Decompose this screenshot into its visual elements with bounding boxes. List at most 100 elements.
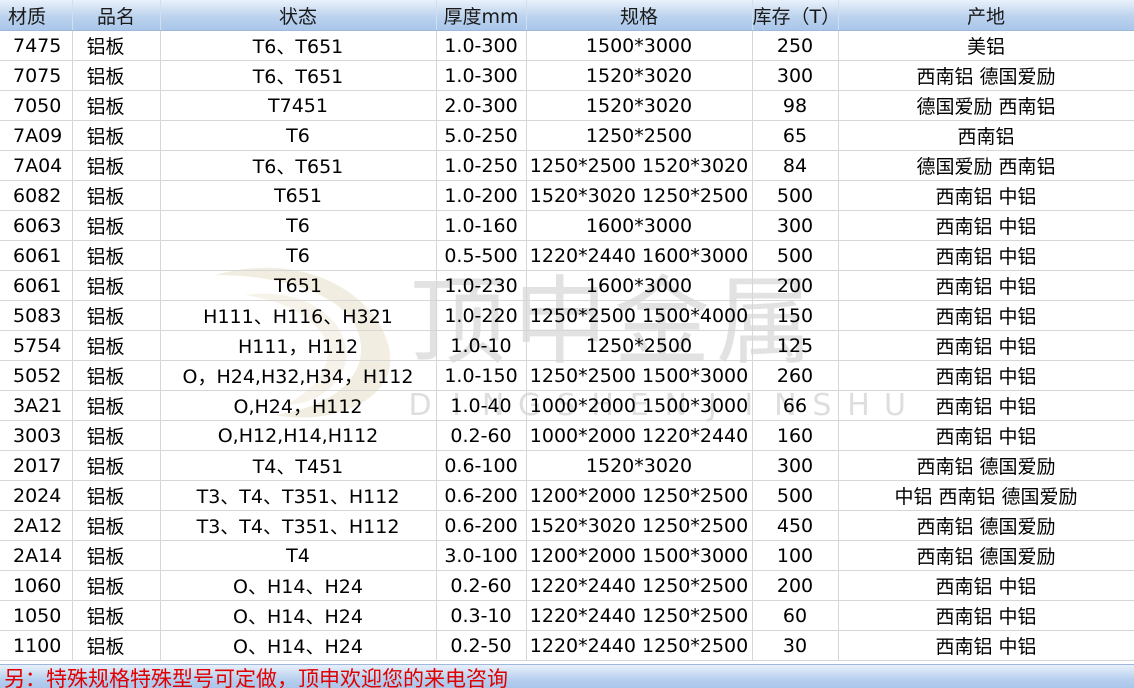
cell-size: 1200*2000 1250*2500 xyxy=(526,480,753,511)
cell-origin: 德国爱励 西南铝 xyxy=(838,150,1134,181)
cell-origin: 西南铝 中铝 xyxy=(838,300,1134,331)
cell-material: 6061 xyxy=(0,240,73,271)
cell-product-name: 铝板 xyxy=(72,240,161,271)
cell-origin: 西南铝 中铝 xyxy=(838,390,1134,421)
cell-product-name: 铝板 xyxy=(72,210,161,241)
cell-product-name: 铝板 xyxy=(72,180,161,211)
cell-size: 1600*3000 xyxy=(526,210,753,241)
cell-product-name: 铝板 xyxy=(72,570,161,601)
cell-stock: 200 xyxy=(752,270,839,301)
cell-size: 1220*2440 1250*2500 xyxy=(526,630,753,661)
table-row: 7075 铝板 T6、T651 1.0-300 1520*3020 300 西南铝 德国爱励 xyxy=(0,60,1134,91)
cell-size: 1220*2440 1250*2500 xyxy=(526,570,753,601)
cell-origin: 西南铝 中铝 xyxy=(838,210,1134,241)
cell-size: 1250*2500 1500*3000 xyxy=(526,360,753,391)
cell-product-name: 铝板 xyxy=(72,450,161,481)
table-row: 6061 铝板 T651 1.0-230 1600*3000 200 西南铝 中铝 xyxy=(0,270,1134,301)
header-material: 材质 xyxy=(0,0,73,31)
cell-material: 6063 xyxy=(0,210,73,241)
table-row: 5754 铝板 H111，H112 1.0-10 1250*2500 125 西南铝 中铝 xyxy=(0,330,1134,361)
cell-thickness: 3.0-100 xyxy=(436,540,527,571)
cell-temper: T6、T651 xyxy=(160,60,437,91)
cell-material: 7050 xyxy=(0,90,73,121)
price-list-sheet: 顶申金属 DINGSHENJINSHU 材质 品名 状态 厚度mm 规格 库存（… xyxy=(0,0,1134,688)
cell-temper: T6 xyxy=(160,120,437,151)
cell-size: 1520*3020 xyxy=(526,60,753,91)
table-row: 3A21 铝板 O,H24，H112 1.0-40 1000*2000 1500*300… xyxy=(0,390,1134,421)
table-header-row: 材质 品名 状态 厚度mm 规格 库存（T） 产地 xyxy=(0,0,1134,31)
cell-origin: 西南铝 中铝 xyxy=(838,240,1134,271)
cell-product-name: 铝板 xyxy=(72,60,161,91)
cell-stock: 65 xyxy=(752,120,839,151)
cell-thickness: 0.6-200 xyxy=(436,510,527,541)
cell-material: 7075 xyxy=(0,60,73,91)
cell-product-name: 铝板 xyxy=(72,540,161,571)
cell-product-name: 铝板 xyxy=(72,480,161,511)
cell-product-name: 铝板 xyxy=(72,420,161,451)
cell-origin: 西南铝 中铝 xyxy=(838,180,1134,211)
cell-material: 2A12 xyxy=(0,510,73,541)
cell-thickness: 0.6-100 xyxy=(436,450,527,481)
cell-temper: T6 xyxy=(160,210,437,241)
cell-origin: 西南铝 中铝 xyxy=(838,600,1134,631)
cell-origin: 西南铝 xyxy=(838,120,1134,151)
footer-note: 另：特殊规格特殊型号可定做，顶申欢迎您的来电咨询 xyxy=(4,667,508,688)
cell-temper: H111、H116、H321 xyxy=(160,300,437,331)
cell-stock: 260 xyxy=(752,360,839,391)
cell-thickness: 1.0-300 xyxy=(436,30,527,61)
cell-temper: O,H12,H14,H112 xyxy=(160,420,437,451)
cell-thickness: 1.0-250 xyxy=(436,150,527,181)
cell-temper: O、H14、H24 xyxy=(160,570,437,601)
cell-origin: 西南铝 德国爱励 xyxy=(838,510,1134,541)
cell-origin: 美铝 xyxy=(838,30,1134,61)
cell-thickness: 1.0-230 xyxy=(436,270,527,301)
cell-temper: O,H24，H112 xyxy=(160,390,437,421)
cell-stock: 300 xyxy=(752,210,839,241)
table-row: 1050 铝板 O、H14、H24 0.3-10 1220*2440 1250*2500… xyxy=(0,600,1134,631)
cell-size: 1520*3020 xyxy=(526,90,753,121)
cell-origin: 西南铝 德国爱励 xyxy=(838,540,1134,571)
cell-temper: T3、T4、T351、H112 xyxy=(160,510,437,541)
cell-stock: 500 xyxy=(752,180,839,211)
table-row: 7A09 铝板 T6 5.0-250 1250*2500 65 西南铝 xyxy=(0,120,1134,151)
cell-size: 1250*2500 xyxy=(526,330,753,361)
cell-product-name: 铝板 xyxy=(72,30,161,61)
cell-stock: 300 xyxy=(752,450,839,481)
table-row: 2A14 铝板 T4 3.0-100 1200*2000 1500*3000 100 西南铝… xyxy=(0,540,1134,571)
cell-stock: 84 xyxy=(752,150,839,181)
footer-bar: 另：特殊规格特殊型号可定做，顶申欢迎您的来电咨询 xyxy=(0,664,1134,688)
cell-stock: 125 xyxy=(752,330,839,361)
table-row: 6063 铝板 T6 1.0-160 1600*3000 300 西南铝 中铝 xyxy=(0,210,1134,241)
cell-product-name: 铝板 xyxy=(72,90,161,121)
cell-material: 5754 xyxy=(0,330,73,361)
cell-origin: 西南铝 中铝 xyxy=(838,330,1134,361)
cell-temper: T6、T651 xyxy=(160,30,437,61)
cell-size: 1520*3020 1250*2500 xyxy=(526,180,753,211)
cell-product-name: 铝板 xyxy=(72,300,161,331)
cell-product-name: 铝板 xyxy=(72,600,161,631)
cell-thickness: 0.2-60 xyxy=(436,570,527,601)
cell-thickness: 0.2-60 xyxy=(436,420,527,451)
cell-origin: 西南铝 中铝 xyxy=(838,630,1134,661)
cell-product-name: 铝板 xyxy=(72,630,161,661)
cell-origin: 中铝 西南铝 德国爱励 xyxy=(838,480,1134,511)
cell-product-name: 铝板 xyxy=(72,390,161,421)
cell-thickness: 1.0-300 xyxy=(436,60,527,91)
cell-material: 2024 xyxy=(0,480,73,511)
cell-stock: 500 xyxy=(752,480,839,511)
cell-size: 1000*2000 1220*2440 xyxy=(526,420,753,451)
cell-product-name: 铝板 xyxy=(72,330,161,361)
cell-stock: 66 xyxy=(752,390,839,421)
cell-size: 1220*2440 1600*3000 xyxy=(526,240,753,271)
table-body: 7475 铝板 T6、T651 1.0-300 1500*3000 250 美铝 7075 铝板… xyxy=(0,30,1134,661)
cell-material: 1100 xyxy=(0,630,73,661)
cell-product-name: 铝板 xyxy=(72,510,161,541)
cell-thickness: 1.0-10 xyxy=(436,330,527,361)
header-size: 规格 xyxy=(526,0,753,31)
cell-material: 1050 xyxy=(0,600,73,631)
table-row: 5083 铝板 H111、H116、H321 1.0-220 1250*2500 150… xyxy=(0,300,1134,331)
cell-stock: 250 xyxy=(752,30,839,61)
cell-material: 5052 xyxy=(0,360,73,391)
cell-temper: T4、T451 xyxy=(160,450,437,481)
cell-material: 3A21 xyxy=(0,390,73,421)
